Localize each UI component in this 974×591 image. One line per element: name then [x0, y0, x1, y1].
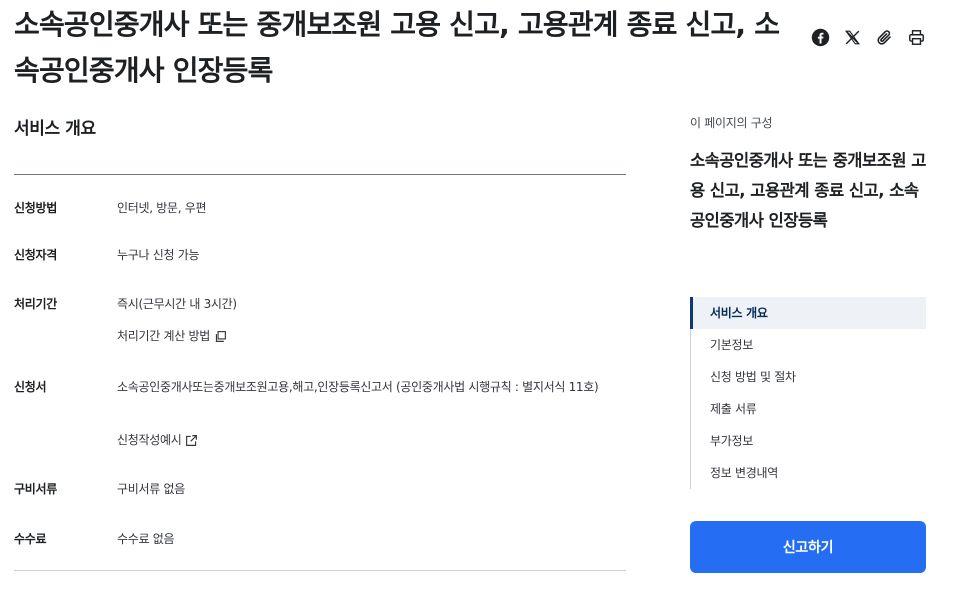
info-label: 신청서 [14, 380, 47, 394]
info-value: 즉시(근무시간 내 3시간) [117, 297, 237, 311]
toc-item-change-history[interactable]: 정보 변경내역 [691, 457, 927, 489]
paperclip-icon [876, 29, 891, 45]
printer-icon [908, 29, 924, 45]
copy-window-icon [215, 330, 226, 342]
info-value: 인터넷, 방문, 우편 [117, 201, 207, 215]
copy-link-button[interactable] [874, 26, 894, 48]
info-label: 처리기간 [14, 297, 57, 311]
external-link-icon [186, 434, 198, 446]
link-label: 신청작성예시 [117, 433, 182, 447]
info-label: 신청자격 [14, 248, 57, 262]
info-label: 수수료 [14, 532, 47, 546]
table-of-contents: 서비스 개요 기본정보 신청 방법 및 절차 제출 서류 부가정보 정보 변경내… [690, 297, 926, 489]
x-share-button[interactable] [842, 26, 862, 48]
section-bottom-divider [14, 570, 626, 571]
toc-heading: 소속공인중개사 또는 중개보조원 고용 신고, 고용관계 종료 신고, 소속공인… [690, 151, 926, 230]
info-value: 소속공인중개사또는중개보조원고용,해고,인장등록신고서 (공인중개사법 시행규칙… [117, 380, 599, 394]
info-label: 신청방법 [14, 201, 57, 215]
toc-item-application-method[interactable]: 신청 방법 및 절차 [691, 361, 927, 393]
info-value: 수수료 없음 [117, 532, 175, 546]
application-example-link[interactable]: 신청작성예시 [117, 430, 198, 450]
report-button[interactable]: 신고하기 [690, 521, 926, 573]
toc-item-basic-info[interactable]: 기본정보 [691, 329, 927, 361]
toc-item-service-overview[interactable]: 서비스 개요 [690, 297, 926, 329]
page-title: 소속공인중개사 또는 중개보조원 고용 신고, 고용관계 종료 신고, 소속공인… [14, 8, 780, 87]
facebook-share-button[interactable] [810, 26, 830, 48]
toc-item-required-documents[interactable]: 제출 서류 [691, 393, 927, 425]
print-button[interactable] [906, 26, 926, 48]
processing-time-calculation-link[interactable]: 처리기간 계산 방법 [117, 326, 227, 346]
section-divider [14, 174, 626, 175]
x-icon [844, 30, 860, 44]
info-value: 누구나 신청 가능 [117, 248, 200, 262]
share-toolbar [810, 26, 926, 48]
info-label: 구비서류 [14, 482, 57, 496]
info-value: 구비서류 없음 [117, 482, 185, 496]
section-title: 서비스 개요 [14, 119, 96, 139]
facebook-icon [811, 28, 829, 46]
toc-caption: 이 페이지의 구성 [690, 116, 773, 130]
link-label: 처리기간 계산 방법 [117, 329, 210, 343]
toc-item-additional-info[interactable]: 부가정보 [691, 425, 927, 457]
